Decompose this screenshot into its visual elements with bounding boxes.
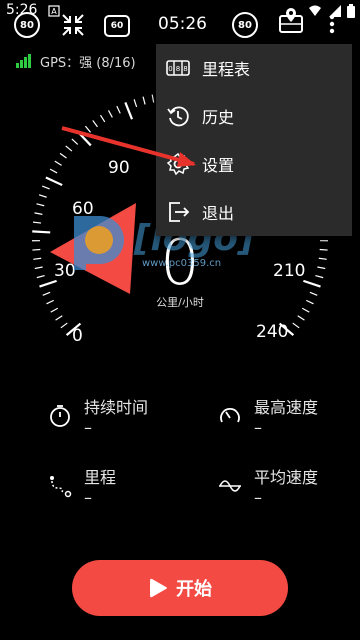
speed-unit: 公里/小时 — [156, 296, 204, 309]
gauge-tick — [33, 257, 42, 260]
gauge-tick — [292, 322, 300, 329]
gauge-tick — [41, 185, 50, 190]
tick-label-210: 210 — [273, 261, 306, 281]
menu-item-exit[interactable]: 退出 — [156, 188, 352, 236]
speed-limit-sign[interactable]: 60 — [104, 15, 130, 37]
more-options-icon[interactable] — [326, 12, 338, 36]
speed-alert-badge[interactable]: 80 — [232, 12, 258, 38]
gauge-tick — [34, 266, 43, 270]
watermark-url: www.pc0359.cn — [142, 258, 222, 269]
gauge-tick — [303, 279, 321, 288]
speed-limit-badge[interactable]: 80 — [14, 12, 40, 38]
gauge-tick — [32, 248, 41, 251]
gps-status: GPS：强 (8/16) — [16, 52, 136, 71]
gps-label: GPS：强 (8/16) — [40, 55, 136, 71]
gauge-tick — [116, 105, 121, 114]
watermark-logo-icon — [74, 216, 124, 270]
gauge-tick — [107, 110, 113, 118]
tick-label-240: 240 — [256, 322, 289, 342]
gauge-tick — [42, 291, 51, 296]
gauge-tick — [124, 102, 134, 120]
gauge-tick — [60, 322, 68, 329]
gauge-tick — [151, 94, 155, 103]
play-icon — [150, 578, 167, 598]
gauge-tick — [36, 203, 45, 207]
map-location-icon[interactable] — [278, 6, 304, 36]
annotation-arrow — [61, 126, 196, 167]
svg-text:0: 0 — [168, 65, 172, 73]
stat-label-avg-speed: 平均速度 — [254, 468, 319, 487]
stat-label-max-speed: 最高速度 — [254, 398, 319, 417]
battery-icon — [347, 4, 355, 18]
clock: 05:26 — [158, 14, 207, 34]
svg-text:A: A — [51, 7, 57, 16]
gauge-tick — [46, 299, 54, 305]
notification-icon: A — [48, 5, 60, 17]
tick-label-0: 0 — [72, 326, 83, 346]
stat-value-avg-speed: – — [254, 488, 262, 507]
odometer-icon: 0 8 8 — [166, 60, 190, 76]
gauge-tick — [32, 230, 51, 234]
gauge-tick — [309, 291, 318, 296]
menu-label-settings: 设置 — [202, 156, 235, 175]
stat-value-max-speed: – — [254, 418, 262, 437]
start-button[interactable]: 开始 — [72, 560, 288, 616]
collapse-icon[interactable] — [60, 12, 86, 38]
menu-label-odometer: 里程表 — [202, 60, 251, 79]
gauge-tick — [33, 221, 42, 224]
gauge-tick — [301, 307, 310, 313]
gauge-tick — [34, 212, 43, 215]
gps-signal-icon — [16, 54, 31, 68]
gauge-tick — [142, 96, 146, 105]
gauge-tick — [133, 99, 138, 108]
gauge-tick — [319, 248, 328, 251]
gauge-tick — [45, 176, 63, 187]
app-screen: 5:26 A 80 60 05:26 80 GPS：强 (8/16) 0 30 … — [0, 0, 360, 640]
stat-value-duration: – — [84, 418, 92, 437]
stopwatch-icon — [50, 405, 70, 427]
start-button-label: 开始 — [176, 579, 212, 599]
average-wave-icon — [219, 480, 241, 492]
gauge-tick — [38, 194, 47, 198]
gauge-tick — [318, 257, 327, 260]
gauge-tick — [306, 299, 314, 305]
wifi-icon — [309, 5, 321, 16]
exit-icon — [169, 202, 190, 222]
route-icon — [50, 476, 72, 498]
gauge-tick — [317, 266, 326, 270]
gauge-tick — [297, 315, 305, 321]
gauge-tick — [315, 274, 324, 279]
stat-label-duration: 持续时间 — [84, 398, 149, 417]
gauge-tick — [36, 274, 45, 279]
svg-text:8: 8 — [176, 65, 180, 73]
gauge-tick — [55, 315, 63, 321]
max-speed-gauge-icon — [220, 408, 240, 423]
menu-label-exit: 退出 — [202, 204, 235, 223]
svg-text:8: 8 — [183, 65, 187, 73]
menu-item-odometer[interactable]: 0 8 8 里程表 — [156, 44, 352, 92]
menu-label-history: 历史 — [202, 108, 235, 127]
gauge-tick — [39, 279, 57, 288]
gauge-tick — [50, 307, 59, 313]
stat-label-distance: 里程 — [84, 468, 117, 487]
stat-value-distance: – — [84, 488, 92, 507]
